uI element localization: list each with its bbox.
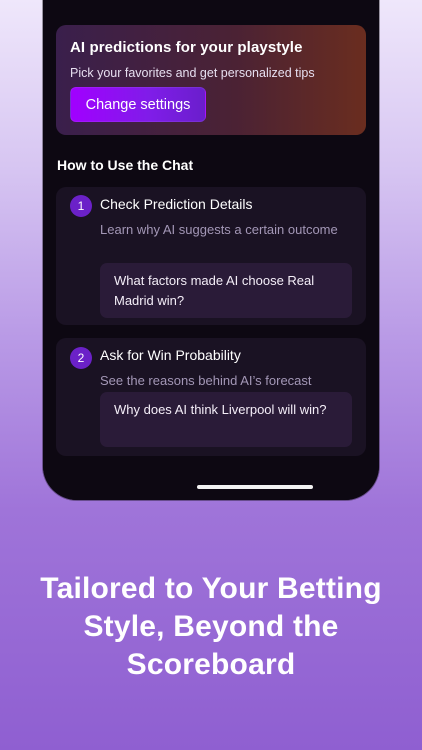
phone-frame: AI predictions for your playstyle Pick y… xyxy=(43,0,379,500)
step-description: See the reasons behind AI’s forecast xyxy=(100,373,312,388)
example-question-button[interactable]: Why does AI think Liverpool will win? xyxy=(100,392,352,447)
chat-step-card: 1 Check Prediction Details Learn why AI … xyxy=(56,187,366,325)
change-settings-button[interactable]: Change settings xyxy=(70,87,206,122)
example-question-button[interactable]: What factors made AI choose Real Madrid … xyxy=(100,263,352,318)
step-title: Ask for Win Probability xyxy=(100,347,241,363)
step-title: Check Prediction Details xyxy=(100,196,253,212)
how-to-use-chat-title: How to Use the Chat xyxy=(57,157,194,173)
chat-step-card: 2 Ask for Win Probability See the reason… xyxy=(56,338,366,456)
promo-title: AI predictions for your playstyle xyxy=(70,39,303,56)
app-screen: AI predictions for your playstyle Pick y… xyxy=(43,0,379,500)
step-number-badge: 1 xyxy=(70,195,92,217)
marketing-headline: Tailored to Your Betting Style, Beyond t… xyxy=(40,572,382,681)
ai-predictions-card: AI predictions for your playstyle Pick y… xyxy=(56,25,366,135)
step-description: Learn why AI suggests a certain outcome xyxy=(100,222,338,237)
promo-subtitle: Pick your favorites and get personalized… xyxy=(70,66,315,80)
home-indicator[interactable] xyxy=(197,485,313,489)
step-number-badge: 2 xyxy=(70,347,92,369)
